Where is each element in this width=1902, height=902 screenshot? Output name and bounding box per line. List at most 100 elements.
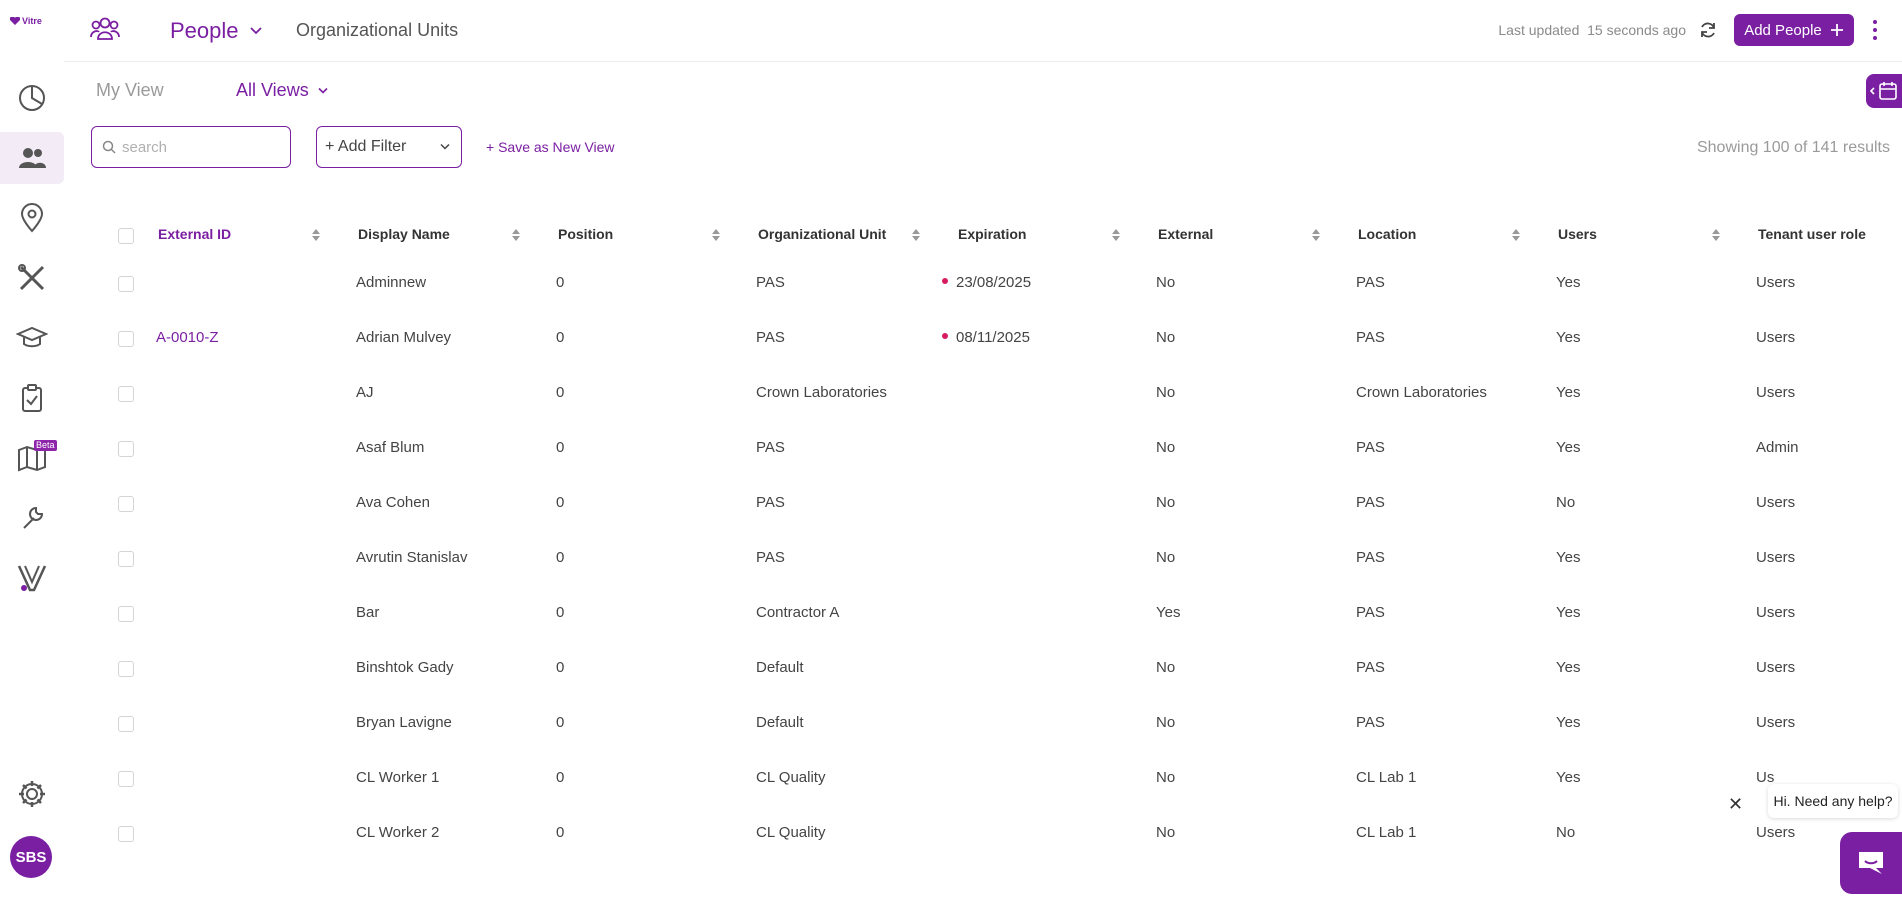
column-header-external[interactable]: External	[1158, 226, 1213, 242]
cell-display-name: CL Worker 1	[356, 769, 440, 786]
chat-bubble[interactable]: Hi. Need any help?	[1768, 784, 1898, 818]
vitre-logo[interactable]: Vitre	[10, 16, 42, 26]
people-icon	[19, 148, 46, 168]
results-count: Showing 100 of 141 results	[1696, 139, 1890, 156]
sidebar-item-tasks[interactable]	[0, 372, 64, 424]
add-filter-dropdown[interactable]: + Add Filter	[316, 126, 462, 168]
cell-tenant-user-role: Users	[1756, 714, 1796, 731]
search-box[interactable]	[91, 126, 291, 168]
sidebar-item-map[interactable]: Beta	[0, 432, 64, 484]
column-header-external-id[interactable]: External ID	[158, 226, 231, 242]
sidebar-item-vitre[interactable]	[0, 552, 64, 604]
tab-my-view[interactable]: My View	[96, 80, 164, 101]
tab-organizational-units[interactable]: Organizational Units	[296, 20, 458, 41]
sidebar-item-tools[interactable]	[0, 252, 64, 304]
table-row[interactable]: Bryan Lavigne 0 Default No PAS Yes Users	[100, 696, 1902, 751]
cell-position: 0	[556, 714, 565, 731]
more-options-icon[interactable]	[1872, 20, 1878, 40]
sort-icon[interactable]	[1712, 228, 1720, 242]
sort-icon[interactable]	[512, 228, 520, 242]
column-header-expiration[interactable]: Expiration	[958, 226, 1026, 242]
cell-tenant-user-role: Users	[1756, 494, 1796, 511]
cell-display-name: CL Worker 2	[356, 824, 440, 841]
sort-icon[interactable]	[312, 228, 320, 242]
cell-users: Yes	[1556, 274, 1581, 291]
sort-icon[interactable]	[712, 228, 720, 242]
cell-external: No	[1156, 329, 1176, 346]
table-row[interactable]: Ava Cohen 0 PAS No PAS No Users	[100, 476, 1902, 531]
cell-external: No	[1156, 384, 1176, 401]
sort-icon[interactable]	[1312, 228, 1320, 242]
row-checkbox[interactable]	[118, 551, 134, 567]
cell-display-name: Bryan Lavigne	[356, 714, 452, 731]
cell-location: CL Lab 1	[1356, 824, 1417, 841]
refresh-icon[interactable]	[1698, 20, 1718, 45]
row-checkbox[interactable]	[118, 661, 134, 677]
save-as-new-view-link[interactable]: + Save as New View	[486, 139, 615, 155]
table-body: Adminnew 0 PAS 23/08/2025 No PAS Yes Users A-001…	[100, 256, 1902, 861]
calendar-panel-toggle[interactable]	[1866, 74, 1902, 108]
cell-users: Yes	[1556, 439, 1581, 456]
v-logo-icon	[17, 565, 47, 592]
column-header-tenant-user-role[interactable]: Tenant user role	[1758, 226, 1866, 242]
table-row[interactable]: Asaf Blum 0 PAS No PAS Yes Admin	[100, 421, 1902, 476]
sidebar-item-maintenance[interactable]	[0, 492, 64, 544]
chat-launcher-button[interactable]	[1840, 832, 1902, 894]
column-header-organizational-unit[interactable]: Organizational Unit	[758, 226, 886, 242]
table-row[interactable]: CL Worker 2 0 CL Quality No CL Lab 1 No Users	[100, 806, 1902, 861]
cell-users: No	[1556, 494, 1576, 511]
cell-display-name: Asaf Blum	[356, 439, 425, 456]
row-checkbox[interactable]	[118, 716, 134, 732]
people-header-icon	[90, 16, 120, 47]
cell-display-name: Avrutin Stanislav	[356, 549, 468, 566]
all-views-dropdown[interactable]: All Views	[236, 80, 329, 101]
table-row[interactable]: A-0010-Z Adrian Mulvey 0 PAS 08/11/2025 No PAS…	[100, 311, 1902, 366]
table-row[interactable]: CL Worker 1 0 CL Quality No CL Lab 1 Yes Us	[100, 751, 1902, 806]
row-checkbox[interactable]	[118, 441, 134, 457]
row-checkbox[interactable]	[118, 496, 134, 512]
cell-tenant-user-role: Users	[1756, 659, 1796, 676]
sidebar-item-settings[interactable]	[0, 768, 64, 820]
cell-display-name: AJ	[356, 384, 374, 401]
cell-users: Yes	[1556, 659, 1581, 676]
cell-location: PAS	[1356, 659, 1385, 676]
dashboard-icon	[19, 85, 45, 111]
people-dropdown[interactable]: People	[170, 18, 263, 44]
cell-organizational-unit: Contractor A	[756, 604, 840, 621]
cell-position: 0	[556, 769, 565, 786]
row-checkbox[interactable]	[118, 331, 134, 347]
table-row[interactable]: AJ 0 Crown Laboratories No Crown Laboratorie…	[100, 366, 1902, 421]
sidebar-item-people[interactable]	[0, 132, 64, 184]
sidebar-item-dashboard[interactable]	[0, 72, 64, 124]
sort-icon[interactable]	[1112, 228, 1120, 242]
cell-position: 0	[556, 329, 565, 346]
cell-tenant-user-role: Users	[1756, 604, 1796, 621]
table-row[interactable]: Avrutin Stanislav 0 PAS No PAS Yes Users	[100, 531, 1902, 586]
table-row[interactable]: Bar 0 Contractor A Yes PAS Yes Users	[100, 586, 1902, 641]
row-checkbox[interactable]	[118, 276, 134, 292]
column-header-users[interactable]: Users	[1558, 226, 1597, 242]
search-input[interactable]	[122, 138, 272, 156]
user-avatar[interactable]: SBS	[10, 836, 52, 878]
cell-organizational-unit: Default	[756, 659, 804, 676]
cell-external-id[interactable]: A-0010-Z	[156, 329, 219, 346]
column-header-location[interactable]: Location	[1358, 226, 1416, 242]
chat-close-icon[interactable]: ✕	[1728, 794, 1743, 815]
sort-icon[interactable]	[912, 228, 920, 242]
sidebar-item-locations[interactable]	[0, 192, 64, 244]
row-checkbox[interactable]	[118, 771, 134, 787]
sidebar-item-training[interactable]	[0, 312, 64, 364]
cell-organizational-unit: PAS	[756, 549, 785, 566]
row-checkbox[interactable]	[118, 606, 134, 622]
column-header-display-name[interactable]: Display Name	[358, 226, 450, 242]
row-checkbox[interactable]	[118, 386, 134, 402]
select-all-checkbox[interactable]	[118, 228, 134, 244]
table-row[interactable]: Adminnew 0 PAS 23/08/2025 No PAS Yes Users	[100, 256, 1902, 311]
table-row[interactable]: Binshtok Gady 0 Default No PAS Yes Users	[100, 641, 1902, 696]
add-people-button[interactable]: Add People	[1734, 14, 1854, 46]
cell-position: 0	[556, 824, 565, 841]
row-checkbox[interactable]	[118, 826, 134, 842]
sort-icon[interactable]	[1512, 228, 1520, 242]
column-header-position[interactable]: Position	[558, 226, 613, 242]
cell-users: Yes	[1556, 384, 1581, 401]
